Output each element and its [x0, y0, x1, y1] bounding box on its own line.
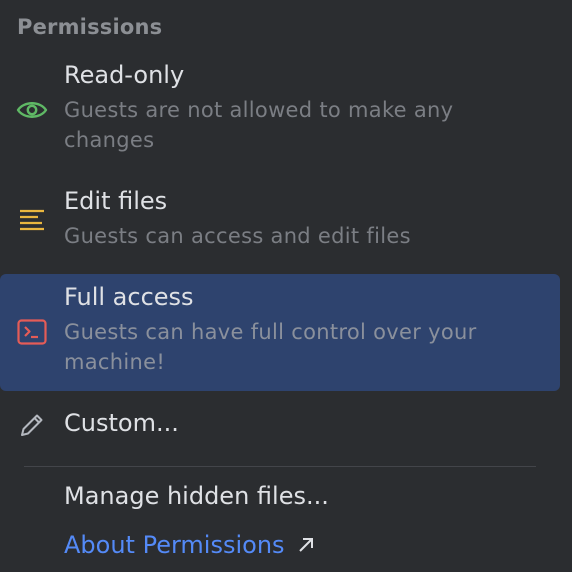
option-read-only-title: Read-only [64, 61, 185, 89]
option-full-access[interactable]: Full access Guests can have full control… [0, 274, 560, 391]
manage-hidden-files-item[interactable]: Manage hidden files... [64, 482, 329, 510]
option-edit-files-title: Edit files [64, 187, 168, 215]
option-full-access-title: Full access [64, 283, 194, 311]
option-custom-title: Custom... [64, 409, 179, 437]
lines-icon [16, 204, 48, 236]
terminal-icon [16, 316, 48, 348]
permissions-header: Permissions [17, 15, 163, 39]
option-custom[interactable]: Custom... [0, 404, 560, 448]
eye-icon [16, 94, 48, 126]
option-full-access-description: Guests can have full control over your m… [64, 320, 477, 374]
external-link-arrow-icon [297, 536, 315, 554]
menu-divider [24, 466, 536, 467]
option-edit-files[interactable]: Edit files Guests can access and edit fi… [0, 182, 560, 262]
option-edit-files-description: Guests can access and edit files [64, 224, 411, 248]
option-read-only[interactable]: Read-only Guests are not allowed to make… [0, 56, 560, 164]
option-read-only-description: Guests are not allowed to make any chang… [64, 98, 454, 152]
about-permissions-label: About Permissions [64, 531, 285, 559]
pencil-icon [16, 409, 48, 441]
about-permissions-link[interactable]: About Permissions [64, 531, 315, 559]
